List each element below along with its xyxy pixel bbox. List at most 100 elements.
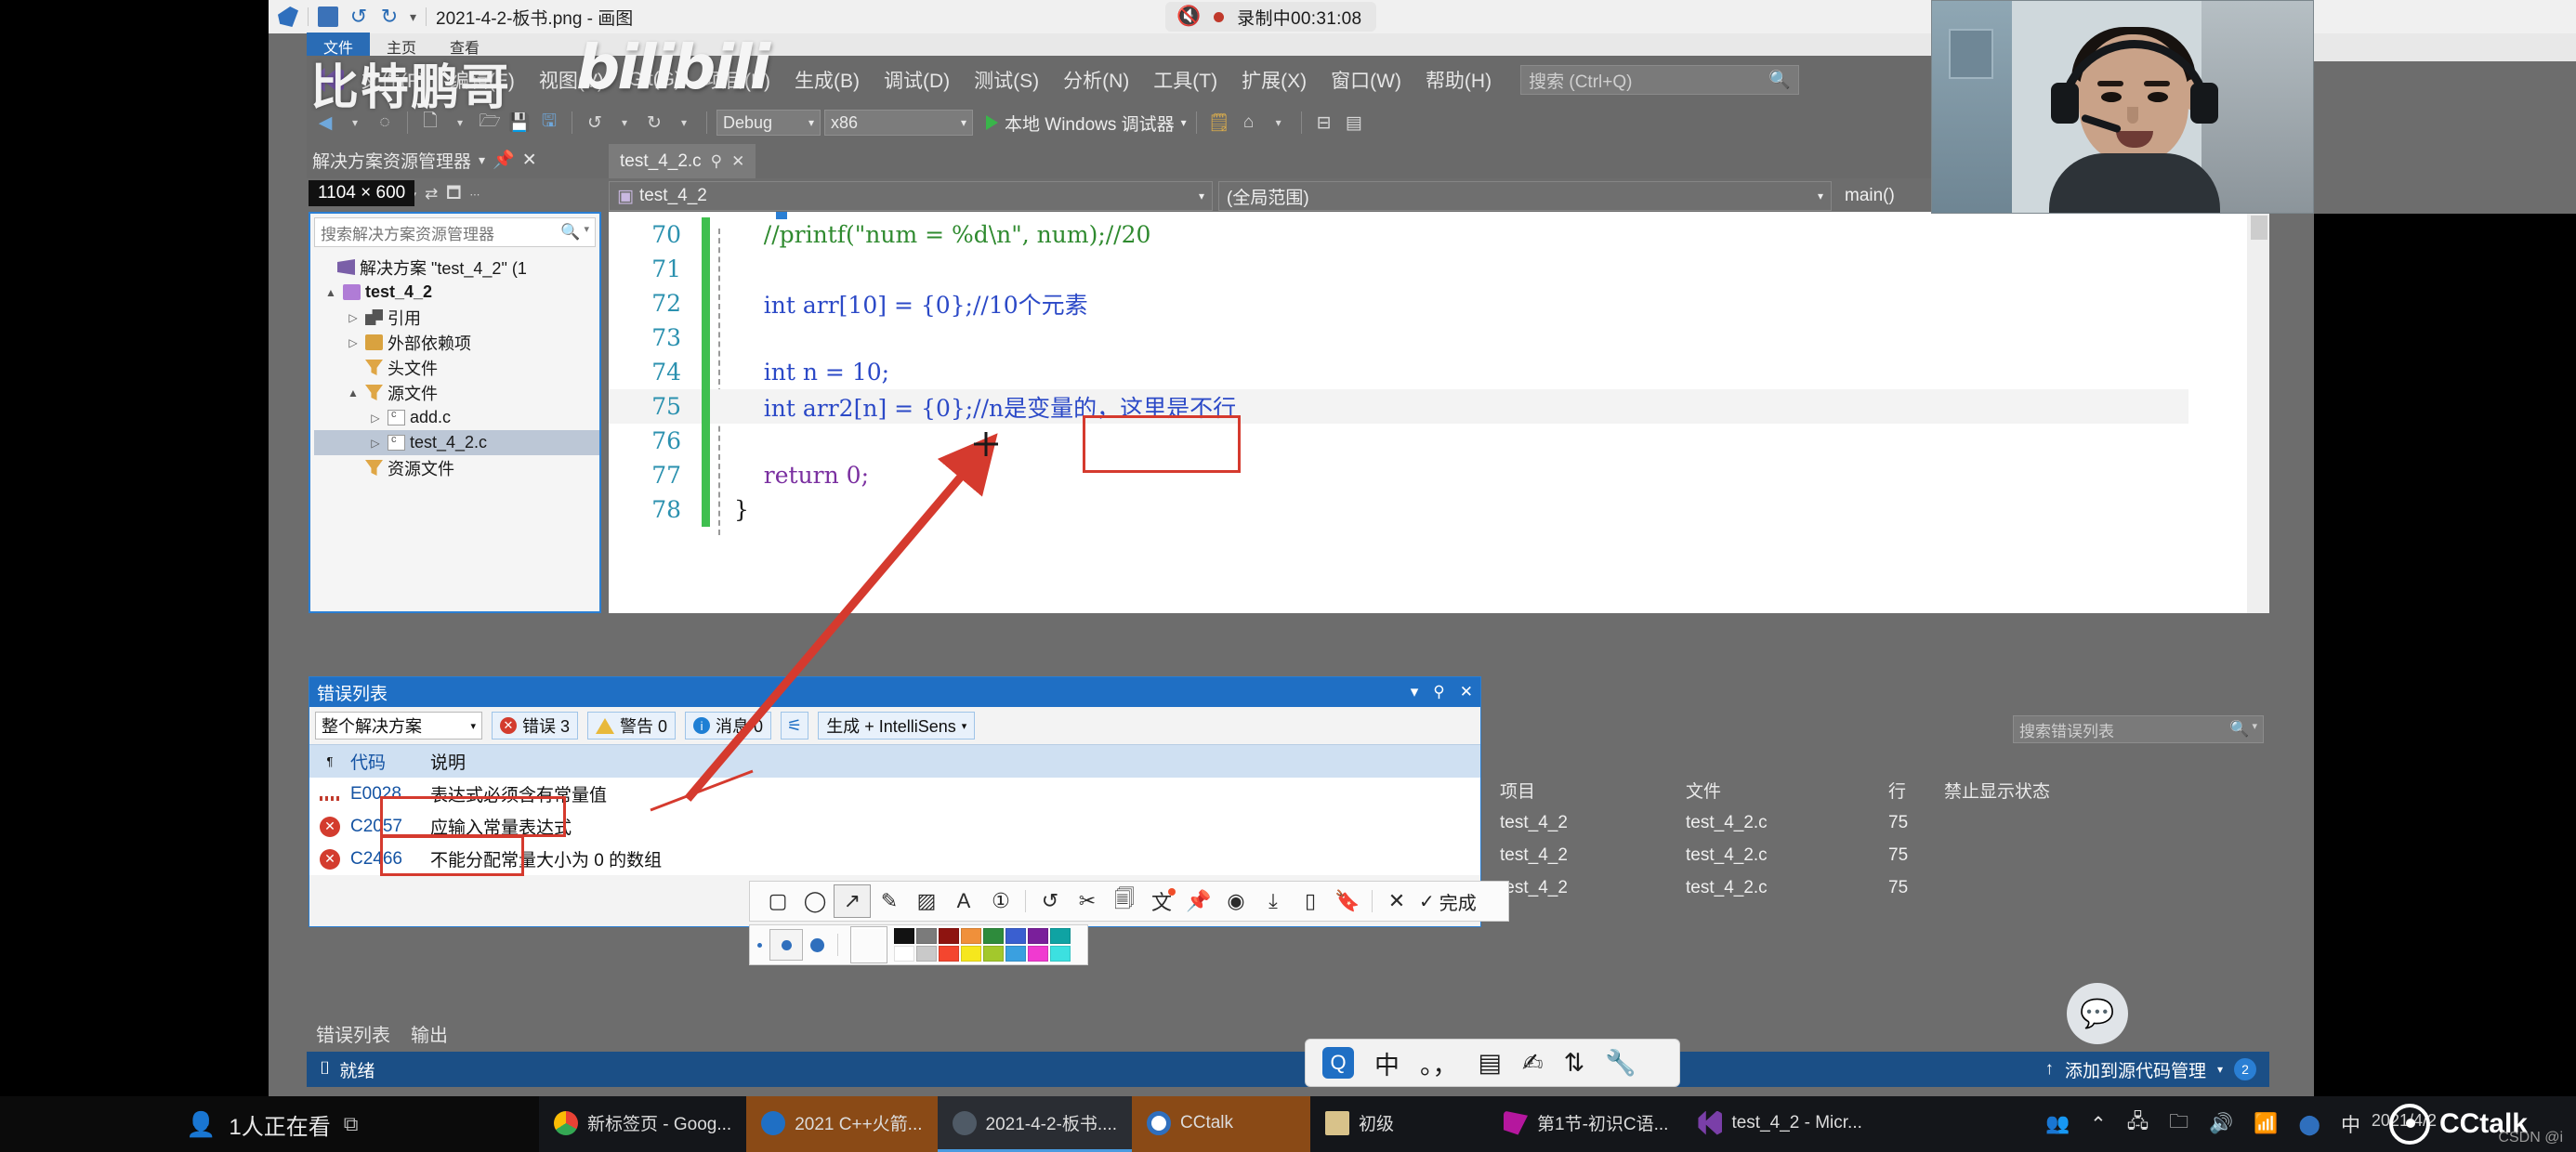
- menu-debug[interactable]: 调试(D): [872, 66, 962, 94]
- navigate-forward-icon[interactable]: ◌: [372, 111, 398, 135]
- task-view-icon[interactable]: ⧉: [344, 1112, 359, 1136]
- system-tray[interactable]: 👥 ⌃ 🖧 🗀 🔊 📶 ⬤ 中: [2045, 1096, 2360, 1152]
- twisty-icon[interactable]: ▷: [368, 437, 383, 450]
- table-row-right[interactable]: test_4_2 test_4_2.c 75: [1483, 839, 2158, 871]
- undo-dropdown-icon[interactable]: ▾: [611, 111, 637, 135]
- sync-with-active-document-icon[interactable]: ⇄: [425, 185, 438, 203]
- volume-icon[interactable]: 🔊: [2209, 1113, 2233, 1135]
- search-icon[interactable]: 🔍: [560, 223, 580, 242]
- color-palette[interactable]: [894, 928, 1071, 962]
- menu-tools[interactable]: 工具(T): [1141, 66, 1229, 94]
- pin-tool-icon[interactable]: 📌: [1180, 884, 1217, 918]
- chevron-down-icon[interactable]: ▾: [479, 152, 485, 168]
- solution-explorer-search-input[interactable]: 搜索解决方案资源管理器 🔍 ▾: [314, 217, 596, 247]
- twisty-icon[interactable]: ▲: [346, 386, 361, 399]
- properties-icon[interactable]: 🗖: [446, 181, 461, 208]
- scrollbar-thumb[interactable]: [2251, 216, 2267, 240]
- people-icon[interactable]: 👥: [2045, 1113, 2070, 1135]
- chevron-down-icon[interactable]: ▾: [961, 116, 966, 129]
- color-palette-row-1[interactable]: [894, 928, 1071, 944]
- taskbar-item-visual-studio[interactable]: test_4_2 - Micr...: [1683, 1096, 1876, 1152]
- done-button[interactable]: ✓ 完成: [1415, 888, 1477, 915]
- send-to-phone-tool-icon[interactable]: ▯: [1292, 884, 1329, 918]
- document-tab-test-4-2-c[interactable]: test_4_2.c ⚲ ✕: [609, 144, 756, 178]
- error-list-toolbar[interactable]: 整个解决方案 ▾ ✕ 错误 3 警告 0 i 消息 0 ⚟ 生成 + Intel…: [309, 707, 1480, 744]
- chevron-down-icon[interactable]: ▾: [470, 720, 476, 732]
- chevron-down-icon[interactable]: ▾: [2252, 720, 2257, 739]
- menu-help[interactable]: 帮助(H): [1413, 66, 1504, 94]
- pen-tool-icon[interactable]: ✎: [871, 884, 908, 918]
- start-debug-button[interactable]: 本地 Windows 调试器 ▾: [986, 111, 1187, 136]
- rectangle-tool-icon[interactable]: ▢: [759, 884, 796, 918]
- error-list-search-input[interactable]: 搜索错误列表 🔍 ▾: [2013, 715, 2264, 743]
- solution-explorer-icon[interactable]: ⊟: [1311, 111, 1337, 135]
- arrow-tool-icon[interactable]: ↗: [834, 884, 871, 918]
- twisty-icon[interactable]: ▷: [346, 336, 361, 349]
- code-line[interactable]: 71: [609, 252, 2188, 286]
- bookmark-tool-icon[interactable]: 🔖: [1329, 884, 1366, 918]
- ime-punctuation-icon[interactable]: 。，: [1420, 1045, 1458, 1081]
- redo-icon[interactable]: ↻: [379, 7, 400, 27]
- menu-test[interactable]: 测试(S): [962, 66, 1051, 94]
- pin-icon[interactable]: 📌: [493, 149, 515, 171]
- bottom-dock-tabs[interactable]: 错误列表 输出: [316, 1020, 448, 1047]
- source-control-label[interactable]: 添加到源代码管理: [2065, 1057, 2206, 1082]
- code-line[interactable]: 73: [609, 321, 2188, 355]
- overflow-icon[interactable]: ⋯: [469, 189, 480, 201]
- screenshot-annotation-toolbar[interactable]: ▢ ◯ ↗ ✎ ▨ A ① ↺ ✂ 🗐 文 📌 ◉ ⤓ ▯ 🔖 ✕ ✓ 完成: [749, 881, 1509, 922]
- code-line[interactable]: 77 return 0;: [609, 458, 2188, 492]
- chevron-down-icon[interactable]: ▾: [584, 223, 589, 242]
- menu-file[interactable]: 文件(F): [349, 66, 438, 94]
- code-line-current[interactable]: 75 int arr2[n] = {0};//n是变量的，这里是不行: [609, 389, 2188, 424]
- paint-quick-access-toolbar[interactable]: ↺ ↻ ▾: [318, 7, 416, 27]
- build-intellisense-combo[interactable]: 生成 + IntelliSens ▾: [818, 712, 976, 740]
- menu-view[interactable]: 视图(V): [527, 66, 616, 94]
- tree-item-references[interactable]: ▷ 引用: [314, 305, 599, 330]
- folder-icon[interactable]: 🗀: [2169, 1108, 2188, 1141]
- speaker-mute-icon[interactable]: 🔇: [1176, 6, 1201, 28]
- close-icon[interactable]: ✕: [1460, 683, 1473, 701]
- navigate-back-icon[interactable]: ◀: [312, 111, 338, 135]
- taskbar-item-cctalk[interactable]: CCtalk: [1132, 1096, 1310, 1152]
- menu-window[interactable]: 窗口(W): [1319, 66, 1413, 94]
- recording-indicator[interactable]: 🔇 录制中00:31:08: [1165, 2, 1377, 32]
- download-tool-icon[interactable]: ⤓: [1255, 884, 1292, 918]
- notifications-badge[interactable]: 2: [2234, 1058, 2256, 1080]
- taskbar-item-ppt[interactable]: 第1节-初识C语...: [1489, 1096, 1683, 1152]
- search-logo-icon[interactable]: Q: [1322, 1047, 1354, 1079]
- error-code[interactable]: C2466: [350, 849, 430, 870]
- color-palette-row-2[interactable]: [894, 946, 1071, 962]
- menu-edit[interactable]: 编辑(E): [438, 66, 527, 94]
- wifi-icon[interactable]: 📶: [2254, 1113, 2278, 1135]
- handwriting-icon[interactable]: ✍: [1522, 1049, 1544, 1078]
- tree-item-project[interactable]: ▲ test_4_2: [314, 280, 599, 305]
- tree-item-solution[interactable]: 解决方案 "test_4_2" (1: [314, 255, 599, 280]
- chevron-down-icon[interactable]: ▾: [962, 720, 967, 732]
- chevron-down-icon[interactable]: ▾: [2217, 1063, 2223, 1076]
- tree-item-external-dependencies[interactable]: ▷ 外部依赖项: [314, 330, 599, 355]
- solution-configuration-combo[interactable]: Debug ▾: [716, 110, 821, 136]
- column-header-line[interactable]: 行: [1888, 778, 1944, 803]
- menu-analyze[interactable]: 分析(N): [1051, 66, 1141, 94]
- column-header-suppression[interactable]: 禁止显示状态: [1944, 778, 2158, 803]
- error-code[interactable]: C2057: [350, 817, 430, 837]
- code-editor[interactable]: 70 //printf("num = %d\n", num);//20 71 7…: [609, 212, 2269, 613]
- chevron-down-icon[interactable]: ▾: [1199, 190, 1204, 203]
- wrench-icon[interactable]: 🔧: [1605, 1048, 1636, 1078]
- ime-tray-chinese[interactable]: 中: [2341, 1110, 2360, 1138]
- code-line[interactable]: 78 }: [609, 492, 2188, 527]
- ocr-tool-icon[interactable]: 🗐: [1106, 884, 1143, 918]
- new-item-dropdown-icon[interactable]: ▾: [447, 111, 473, 135]
- cut-tool-icon[interactable]: ✂: [1069, 884, 1106, 918]
- chevron-up-icon[interactable]: ⌃: [2090, 1113, 2107, 1136]
- twisty-icon[interactable]: ▷: [368, 412, 383, 425]
- properties-icon[interactable]: ▤: [1341, 111, 1367, 135]
- serial-number-tool-icon[interactable]: ①: [982, 884, 1019, 918]
- column-header-code[interactable]: 代码: [350, 749, 430, 774]
- taskbar-item-cpp-doc[interactable]: 2021 C++火箭...: [746, 1096, 938, 1152]
- error-list-rows[interactable]: E0028 表达式必须含有常量值 ✕ C2057 应输入常量表达式 ✕ C246…: [309, 778, 1480, 875]
- table-row[interactable]: ✕ C2466 不能分配常量大小为 0 的数组: [309, 843, 1480, 875]
- chevron-down-icon[interactable]: ▾: [1411, 683, 1419, 701]
- pin-icon[interactable]: ⚲: [711, 152, 722, 171]
- record-tool-icon[interactable]: ◉: [1217, 884, 1255, 918]
